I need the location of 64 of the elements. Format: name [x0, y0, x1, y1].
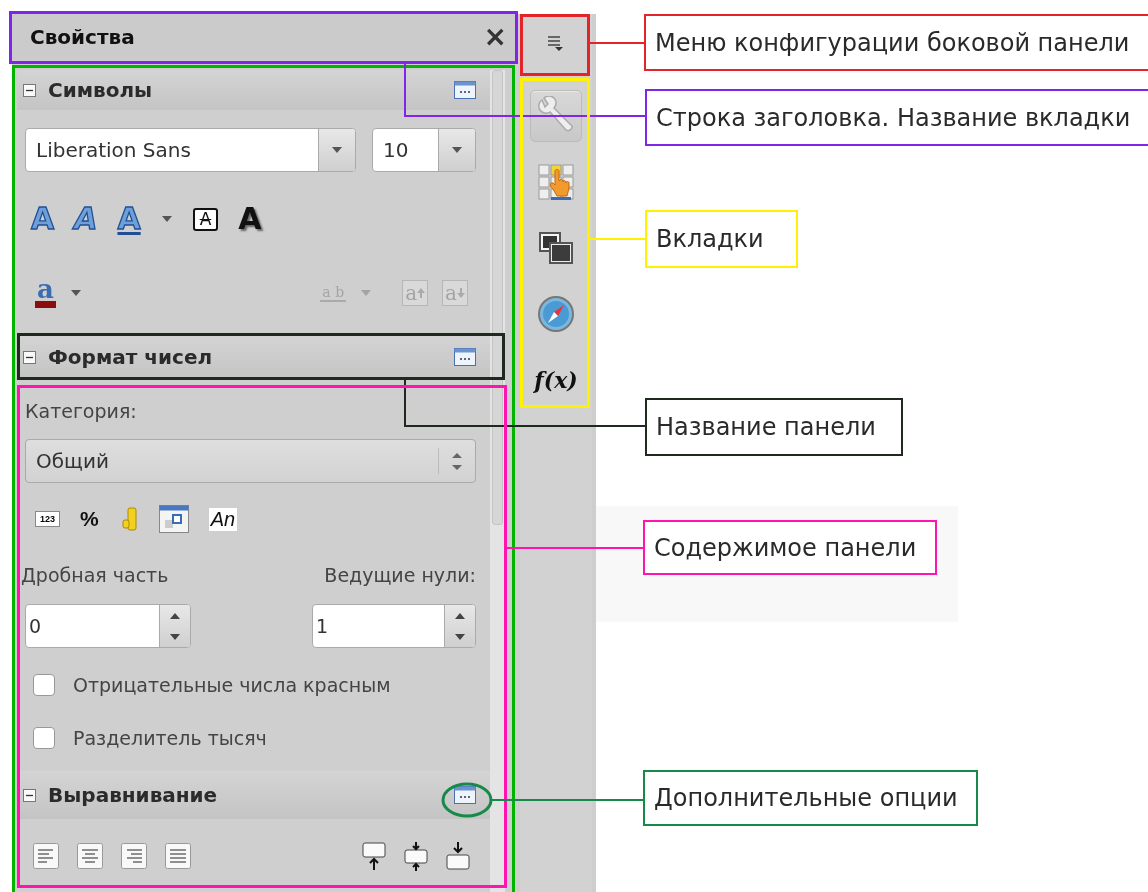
collapse-toggle-icon[interactable]	[23, 83, 36, 97]
more-options-icon[interactable]	[454, 348, 476, 366]
align-right-icon[interactable]	[121, 843, 147, 869]
caret-icon[interactable]	[69, 289, 82, 297]
windows-icon	[538, 231, 574, 265]
callout-label: Строка заголовка. Название вкладки	[645, 89, 1148, 146]
decimal-places-field[interactable]: 0	[25, 604, 191, 648]
checkbox[interactable]	[33, 727, 55, 749]
shadow-button[interactable]: A	[238, 204, 262, 234]
callout-label: Дополнительные опции	[643, 770, 978, 826]
strikethrough-button[interactable]: A	[192, 207, 219, 231]
arrow-icon	[417, 288, 426, 298]
caret-icon[interactable]	[160, 215, 173, 223]
leading-zeros-field[interactable]: 1	[312, 604, 476, 648]
align-center-icon[interactable]	[77, 843, 103, 869]
compass-icon	[537, 295, 575, 333]
spin-up-icon[interactable]	[170, 612, 180, 619]
callout-label: Содержимое панели	[643, 520, 937, 575]
spin-arrows-icon[interactable]	[452, 452, 462, 470]
arrow-icon	[457, 288, 465, 298]
more-options-icon[interactable]	[454, 786, 476, 804]
align-top-icon[interactable]	[362, 842, 386, 870]
align-left-icon[interactable]	[33, 843, 59, 869]
highlight-ellipse	[441, 782, 493, 818]
callout-label: Меню конфигурации боковой панели	[644, 14, 1148, 71]
sidebar-title: Свойства	[30, 25, 136, 49]
collapse-toggle-icon[interactable]	[23, 788, 36, 802]
checkbox-label: Разделитель тысяч	[73, 727, 267, 749]
number-format-button[interactable]: 123	[35, 511, 61, 527]
panel-title: Выравнивание	[48, 783, 219, 807]
leading-zeros-label: Ведущие нули:	[324, 564, 476, 586]
close-button[interactable]: ×	[483, 23, 507, 51]
sidebar-tab[interactable]	[530, 90, 582, 142]
percent-format-button[interactable]: %	[80, 507, 99, 531]
menu-icon	[548, 36, 564, 52]
align-middle-icon[interactable]	[404, 841, 428, 871]
scrollbar-thumb[interactable]	[492, 70, 503, 525]
panel-title: Символы	[48, 78, 154, 102]
category-dropdown[interactable]: Общий	[25, 439, 476, 483]
panel-title: Формат чисел	[48, 345, 214, 369]
category-label: Категория:	[25, 399, 138, 423]
leader-line	[589, 42, 645, 44]
highlight-frame	[520, 14, 590, 76]
font-size-field[interactable]: 10	[372, 128, 476, 172]
caret-icon	[451, 146, 463, 154]
callout-label: Название панели	[645, 398, 903, 456]
text-format-button[interactable]: An	[208, 507, 238, 531]
leader-line	[589, 238, 646, 240]
checkbox[interactable]	[33, 674, 55, 696]
grid-hand-icon	[537, 163, 575, 201]
checkbox-label: Отрицательные числа красным	[73, 674, 391, 696]
justify-icon[interactable]	[165, 843, 191, 869]
sidebar-tab[interactable]: f(x)	[530, 354, 582, 406]
spin-up-icon[interactable]	[455, 612, 465, 619]
spin-down-icon[interactable]	[170, 633, 180, 640]
font-name-field[interactable]: Liberation Sans	[25, 128, 356, 172]
calendar-icon[interactable]	[158, 505, 189, 533]
collapse-toggle-icon[interactable]	[23, 350, 36, 364]
decimal-places-label: Дробная часть	[21, 564, 169, 586]
callout-label: Вкладки	[645, 210, 798, 268]
more-options-icon[interactable]	[454, 81, 476, 99]
caret-icon	[331, 146, 343, 154]
spin-down-icon[interactable]	[455, 633, 465, 640]
align-bottom-icon[interactable]	[446, 842, 470, 870]
